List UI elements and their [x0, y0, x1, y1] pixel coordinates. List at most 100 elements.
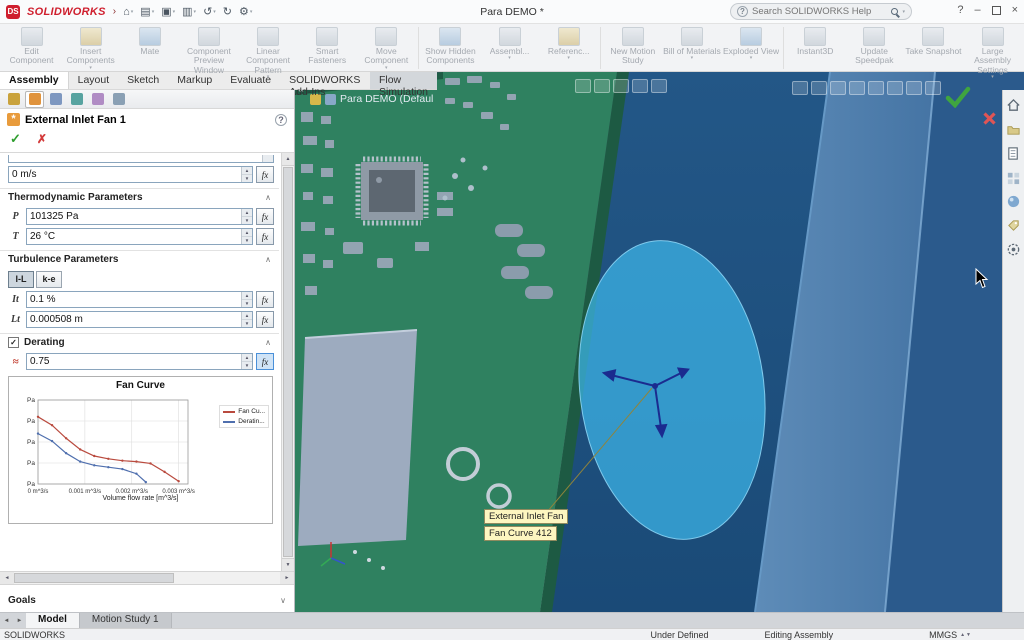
fan-callout[interactable]: External Inlet Fan Fan Curve 412	[484, 509, 568, 541]
ribbon-button-smart-fasteners[interactable]: Smart Fasteners	[298, 26, 357, 71]
ribbon-button-assembly-features[interactable]: Assembl...▾	[480, 26, 539, 61]
scroll-up-icon[interactable]: ▲	[282, 153, 294, 166]
temperature-dependency-button[interactable]: fx	[256, 228, 274, 245]
intensity-input[interactable]	[27, 292, 241, 307]
turbulence-il-button[interactable]: I-L	[8, 271, 34, 288]
pressure-input[interactable]	[27, 209, 241, 224]
clipped-combobox[interactable]	[8, 155, 274, 163]
velocity-stepper[interactable]: ▲▼	[241, 167, 252, 182]
tab-scroll-right-icon[interactable]: ►	[13, 614, 26, 628]
confirmation-ok-button[interactable]	[945, 86, 971, 113]
help-icon[interactable]: ?	[275, 114, 287, 126]
intensity-stepper[interactable]: ▲▼	[241, 292, 252, 307]
section-turbulence[interactable]: Turbulence Parameters ∧	[0, 250, 279, 267]
combobox-spinner[interactable]	[262, 155, 273, 162]
vertical-scroll-thumb[interactable]	[283, 167, 293, 557]
pcb-shield-component[interactable]	[298, 330, 417, 546]
chevron-up-icon[interactable]: ∧	[265, 193, 271, 202]
ribbon-button-move-component[interactable]: Move Component▾	[357, 26, 416, 71]
ribbon-button-insert-components[interactable]: Insert Components▾	[61, 26, 120, 71]
displaymanager-tab[interactable]	[88, 91, 107, 108]
chevron-up-icon[interactable]: ∧	[265, 255, 271, 264]
pcb-chip[interactable]	[358, 159, 426, 223]
minimize-button[interactable]: –	[974, 4, 980, 16]
ribbon-button-edit-component[interactable]: Edit Component	[2, 26, 61, 71]
undo-button[interactable]: ↺▾	[203, 5, 216, 18]
apply-scene-icon[interactable]	[868, 81, 884, 95]
search-dropdown-icon[interactable]: ▾	[902, 9, 905, 15]
tab-model[interactable]: Model	[26, 613, 80, 628]
chevron-down-icon[interactable]: ∨	[280, 596, 286, 605]
panel-vertical-scrollbar[interactable]: ▲ ▼	[281, 153, 294, 571]
ribbon-button-linear-component-pattern[interactable]: Linear Component Pattern▾	[239, 26, 298, 80]
section-derating[interactable]: ✓ Derating ∧	[0, 333, 279, 350]
derating-input[interactable]	[27, 354, 241, 369]
length-input[interactable]	[27, 312, 241, 327]
search-input[interactable]	[752, 6, 887, 17]
tab-motion-study-1[interactable]: Motion Study 1	[80, 613, 172, 628]
ribbon-button-large-assembly-settings[interactable]: Large Assembly Settings▾	[963, 26, 1022, 80]
dimxpertmanager-tab[interactable]	[67, 91, 86, 108]
appearances-icon[interactable]	[1006, 194, 1021, 209]
length-stepper[interactable]: ▲▼	[241, 312, 252, 327]
chevron-up-icon[interactable]: ∧	[265, 338, 271, 347]
file-explorer-icon[interactable]	[1006, 146, 1021, 161]
ribbon-button-reference-geometry[interactable]: Referenc...▾	[539, 26, 598, 61]
derating-checkbox[interactable]: ✓	[8, 337, 19, 348]
tab-layout[interactable]: Layout	[69, 72, 119, 89]
ribbon-button-exploded-view[interactable]: Exploded View▾	[722, 26, 781, 61]
section-view-icon[interactable]	[632, 79, 648, 93]
zoom-fit-icon[interactable]	[575, 79, 591, 93]
scroll-left-icon[interactable]: ◄	[0, 572, 14, 584]
ribbon-button-instant3d[interactable]: Instant3D	[786, 26, 845, 61]
view-settings-icon[interactable]	[887, 81, 903, 95]
maximize-button[interactable]	[992, 6, 1001, 15]
panel-horizontal-scrollbar[interactable]: ◄ ►	[0, 571, 294, 585]
featuremanager-tab[interactable]	[4, 91, 23, 108]
view-palette-icon[interactable]	[1006, 170, 1021, 185]
tab-flow-simulation[interactable]: Flow Simulation	[370, 72, 437, 89]
view-orientation-icon[interactable]	[792, 81, 808, 95]
callout-title[interactable]: External Inlet Fan	[484, 509, 568, 524]
scroll-right-icon[interactable]: ►	[280, 572, 294, 584]
temperature-stepper[interactable]: ▲▼	[241, 229, 252, 244]
horizontal-scroll-thumb[interactable]	[14, 573, 174, 583]
derating-dependency-button[interactable]: fx	[256, 353, 274, 370]
dynamic-annotation-icon[interactable]	[651, 79, 667, 93]
units-dropdown-icon[interactable]: ▲▼	[960, 632, 972, 638]
previous-view-icon[interactable]	[613, 79, 629, 93]
hide-show-items-icon[interactable]	[830, 81, 846, 95]
open-button[interactable]: ▤▾	[140, 5, 154, 18]
menu-expand-icon[interactable]: ›	[113, 6, 116, 17]
propertymanager-tab[interactable]	[25, 91, 44, 108]
ribbon-button-show-hidden-components[interactable]: Show Hidden Components	[421, 26, 480, 71]
turbulence-ke-button[interactable]: k-e	[36, 271, 62, 288]
temperature-input[interactable]	[27, 229, 241, 244]
velocity-dependency-button[interactable]: fx	[256, 166, 274, 183]
forum-icon[interactable]	[1006, 242, 1021, 257]
design-library-icon[interactable]	[1006, 122, 1021, 137]
ok-button[interactable]: ✓	[10, 131, 21, 147]
configurationmanager-tab[interactable]	[46, 91, 65, 108]
graphics-viewport[interactable]: « Para DEMO (Defaul	[295, 72, 1024, 612]
custom-properties-icon[interactable]	[1006, 218, 1021, 233]
section-goals[interactable]: Goals ∨	[0, 590, 294, 612]
zoom-area-icon[interactable]	[594, 79, 610, 93]
ribbon-button-component-preview-window[interactable]: Component Preview Window	[179, 26, 238, 80]
pressure-stepper[interactable]: ▲▼	[241, 209, 252, 224]
save-button[interactable]: ▣▾	[161, 5, 175, 18]
tab-scroll-left-icon[interactable]: ◄	[0, 614, 13, 628]
section-thermodynamic[interactable]: Thermodynamic Parameters ∧	[0, 188, 279, 205]
camera-icon[interactable]	[925, 81, 941, 95]
scroll-down-icon[interactable]: ▼	[282, 558, 294, 571]
ribbon-button-new-motion-study[interactable]: New Motion Study	[603, 26, 662, 71]
search-icon[interactable]	[891, 8, 898, 15]
solidworks-resources-icon[interactable]	[1006, 98, 1021, 113]
search-box[interactable]: ? ▾	[730, 3, 912, 20]
ribbon-button-take-snapshot[interactable]: Take Snapshot	[904, 26, 963, 61]
ribbon-button-bill-of-materials[interactable]: Bill of Materials▾	[662, 26, 721, 61]
length-dependency-button[interactable]: fx	[256, 311, 274, 328]
simulation-display-icon[interactable]	[906, 81, 922, 95]
home-button[interactable]: ⌂▾	[123, 6, 133, 18]
status-units[interactable]: MMGS	[929, 630, 957, 640]
